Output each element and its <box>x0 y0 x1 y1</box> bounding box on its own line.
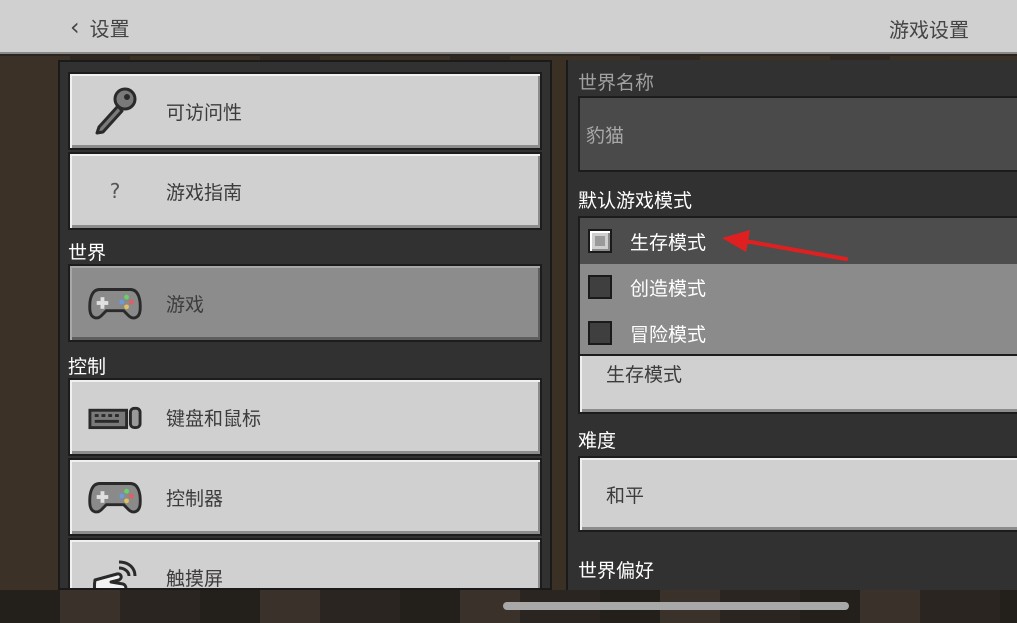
checkbox-icon <box>588 275 612 299</box>
sidebar-item-keyboard-mouse[interactable]: 键盘和鼠标 <box>68 378 542 456</box>
sidebar-item-label: 键盘和鼠标 <box>166 407 262 430</box>
world-name-value: 豹猫 <box>586 124 625 147</box>
sidebar-item-accessibility[interactable]: 可访问性 <box>68 72 542 150</box>
sidebar-item-controller[interactable]: 控制器 <box>68 458 542 536</box>
top-bar: ‹ 设置 游戏设置 <box>0 0 1017 54</box>
page-title: 游戏设置 <box>889 18 969 42</box>
default-mode-label: 默认游戏模式 <box>578 190 693 212</box>
difficulty-value: 和平 <box>606 484 645 507</box>
sidebar-item-label: 控制器 <box>166 487 224 510</box>
game-settings-panel: 世界名称 豹猫 默认游戏模式 生存模式 生存模式 创造模式 冒险模式 难度 和平… <box>566 60 1017 590</box>
world-name-field[interactable]: 豹猫 <box>578 96 1017 172</box>
checkbox-icon <box>588 321 612 345</box>
gamepad-icon <box>88 474 142 520</box>
world-name-label: 世界名称 <box>578 72 655 94</box>
section-title-world: 世界 <box>68 242 107 264</box>
world-preferences-label: 世界偏好 <box>578 560 655 582</box>
key-icon <box>88 87 142 135</box>
sidebar-item-label: 游戏指南 <box>166 181 243 204</box>
option-label: 创造模式 <box>630 277 707 300</box>
sidebar-item-label: 触摸屏 <box>166 567 224 590</box>
home-indicator[interactable] <box>503 602 849 610</box>
sidebar-item-label: 可访问性 <box>166 101 243 124</box>
section-title-controls: 控制 <box>68 356 107 378</box>
sidebar-item-label: 游戏 <box>166 293 205 316</box>
settings-sidebar: 可访问性 ? 游戏指南 世界 游戏 控制 键盘和鼠标 控制器 触摸屏 <box>58 60 552 590</box>
option-creative[interactable]: 创造模式 <box>580 264 1017 310</box>
game-mode-options: 生存模式 创造模式 冒险模式 <box>578 216 1017 356</box>
sidebar-item-game[interactable]: 游戏 <box>68 264 542 342</box>
difficulty-label: 难度 <box>578 430 617 452</box>
option-label: 冒险模式 <box>630 323 707 346</box>
option-survival[interactable]: 生存模式 <box>580 218 1017 264</box>
sidebar-item-game-guide[interactable]: ? 游戏指南 <box>68 152 542 230</box>
keyboard-mouse-icon <box>88 394 142 440</box>
chevron-left-icon: ‹ <box>70 13 80 41</box>
option-label: 生存模式 <box>630 231 707 254</box>
back-label: 设置 <box>89 16 130 41</box>
option-adventure[interactable]: 冒险模式 <box>580 310 1017 354</box>
gamepad-icon <box>88 280 142 326</box>
checkbox-icon <box>588 229 612 253</box>
difficulty-dropdown[interactable]: 和平 <box>578 456 1017 532</box>
sidebar-item-touchscreen[interactable]: 触摸屏 <box>68 538 542 590</box>
back-button[interactable]: ‹ 设置 <box>70 12 130 42</box>
touch-icon <box>88 554 142 588</box>
question-icon: ? <box>109 179 121 203</box>
